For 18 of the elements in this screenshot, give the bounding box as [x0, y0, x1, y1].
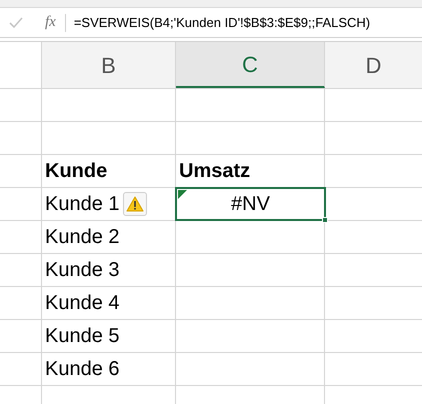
header-cell-text: Umsatz	[178, 159, 250, 184]
table-cell-text: Kunde 4	[44, 291, 120, 316]
table-cell-text: Kunde 3	[44, 258, 120, 283]
table-cell[interactable]: #NV	[176, 188, 325, 220]
table-cell-text: Kunde 2	[44, 225, 120, 250]
formula-field[interactable]: =SVERWEIS(B4;'Kunden ID'!$B$3:$E$9;;FALSCH)	[74, 12, 370, 32]
fill-handle[interactable]	[322, 217, 328, 223]
header-cell-text: Kunde	[44, 159, 108, 184]
table-cell-text: Kunde 1	[44, 192, 120, 217]
checkmark-icon[interactable]	[9, 16, 23, 28]
table-cell-text: Kunde 5	[44, 324, 120, 349]
column-header[interactable]: C	[176, 42, 325, 88]
column-header[interactable]: D	[325, 42, 422, 88]
warning-icon	[126, 196, 144, 212]
warning-button[interactable]	[122, 192, 147, 216]
column-header[interactable]: B	[42, 42, 176, 88]
function-label[interactable]: fx	[45, 11, 56, 34]
table-cell-text: Kunde 6	[44, 357, 120, 382]
